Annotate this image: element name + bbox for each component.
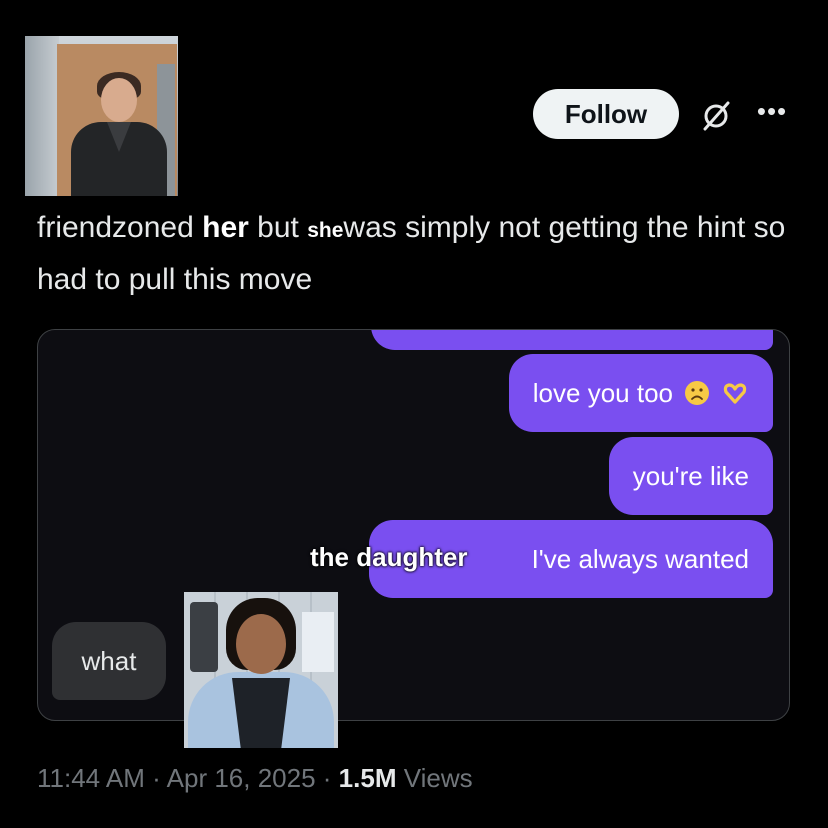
received-bubble: what — [52, 622, 166, 700]
sent-bubble: love you too — [508, 354, 773, 432]
follow-button[interactable]: Follow — [533, 89, 679, 139]
post-date[interactable]: Apr 16, 2025 — [167, 763, 316, 793]
sent-message-text: I've always wanted — [531, 543, 749, 574]
reaction-photo-girl — [184, 592, 338, 748]
post-meta: 11:44 AM · Apr 16, 2025 · 1.5M Views — [37, 763, 473, 794]
sad-face-emoji-icon — [685, 381, 709, 405]
post-text-part-1: friendzoned — [37, 211, 194, 244]
post-text-her: her — [202, 211, 249, 244]
overlay-caption: the daughter — [310, 541, 468, 572]
chat-screenshot: love you too you're like I've always wan… — [37, 329, 790, 721]
meta-separator: · — [152, 763, 161, 793]
heart-hands-emoji-icon — [723, 383, 747, 404]
photo-person-face — [101, 78, 137, 122]
photo-wall-poster — [302, 612, 334, 672]
sent-bubble: you're like — [608, 437, 773, 515]
sent-message-text: you're like — [632, 460, 749, 491]
views-label: Views — [403, 763, 473, 793]
photo-wall — [25, 36, 59, 196]
meta-separator: · — [322, 763, 332, 793]
photo-person-face — [236, 614, 286, 674]
reaction-photo-woman — [25, 36, 178, 196]
photo-wall-device — [190, 602, 218, 672]
views-count[interactable]: 1.5M — [339, 763, 397, 793]
received-message-text: what — [81, 645, 137, 676]
post-text-part-2: but — [257, 211, 299, 244]
more-horizontal-icon[interactable]: ••• — [752, 98, 792, 128]
grok-icon[interactable] — [700, 100, 732, 132]
post-time[interactable]: 11:44 AM — [37, 763, 145, 793]
sent-message-text: love you too — [532, 377, 673, 408]
photo-person-scrub — [232, 678, 290, 748]
post-text-she: she — [307, 219, 344, 242]
sent-bubble-partial — [371, 330, 773, 350]
post-text: friendzoned her but shewas simply not ge… — [37, 203, 807, 304]
